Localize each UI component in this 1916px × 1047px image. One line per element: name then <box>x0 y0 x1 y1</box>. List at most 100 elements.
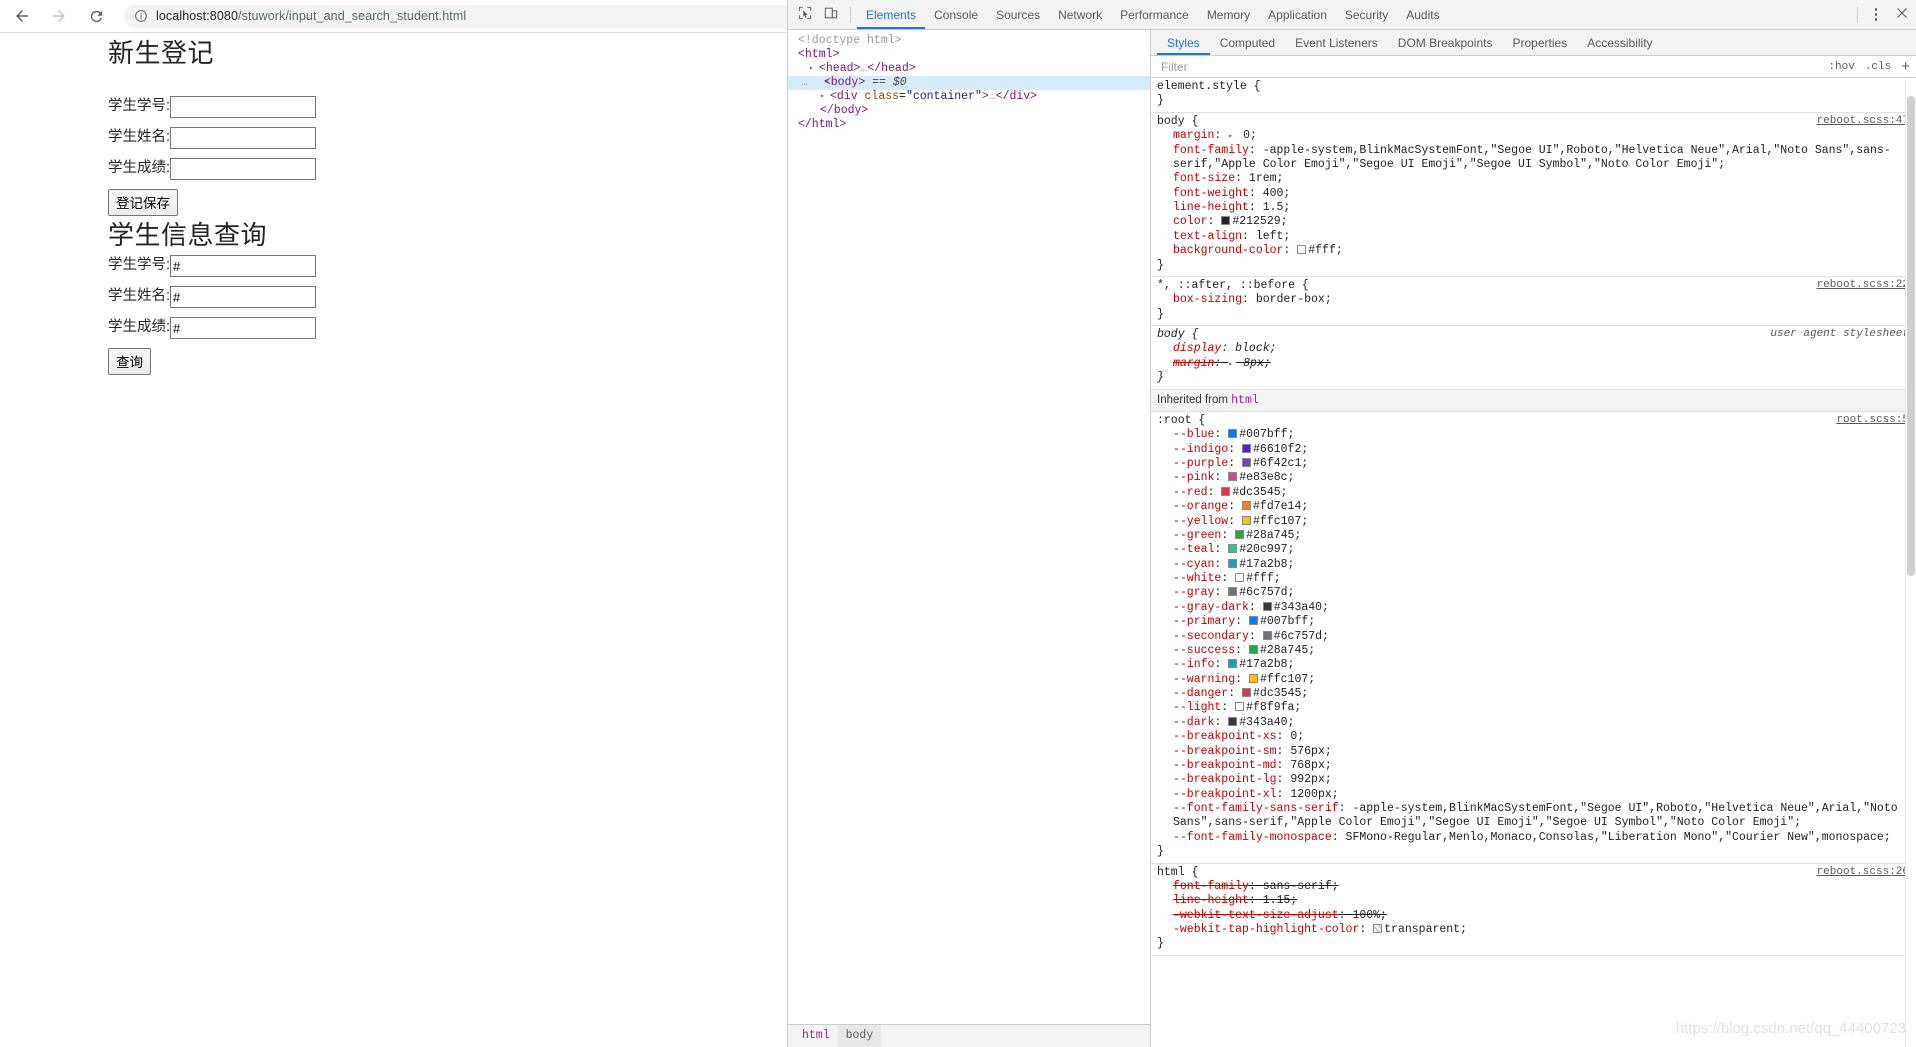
style-declaration[interactable]: --font-family-monospace: SFMono-Regular,… <box>1151 831 1916 845</box>
style-declaration[interactable]: --yellow: #ffc107; <box>1151 515 1916 529</box>
dom-node-line[interactable]: </body> <box>788 104 1150 118</box>
dom-node-line[interactable]: ▸ <div class="container">…</div> <box>788 90 1150 104</box>
style-declaration[interactable]: --primary: #007bff; <box>1151 615 1916 629</box>
style-declaration[interactable]: --breakpoint-md: 768px; <box>1151 759 1916 773</box>
style-declaration[interactable]: font-family: -apple-system,BlinkMacSyste… <box>1151 144 1916 173</box>
student-name-input[interactable] <box>170 126 316 149</box>
style-declaration[interactable]: margin: ▸ 8px; <box>1151 357 1916 371</box>
style-declaration[interactable]: --white: #fff; <box>1151 572 1916 586</box>
style-declaration[interactable]: --info: #17a2b8; <box>1151 658 1916 672</box>
subtab-properties[interactable]: Properties <box>1502 30 1577 55</box>
style-rule[interactable]: element.style {} <box>1151 78 1916 113</box>
style-declaration[interactable]: line-height: 1.15; <box>1151 894 1916 908</box>
style-declaration[interactable]: --gray-dark: #343a40; <box>1151 601 1916 615</box>
tab-sources[interactable]: Sources <box>987 0 1049 29</box>
style-rule-selector[interactable]: *, ::after, ::before {reboot.scss:22 <box>1151 279 1916 293</box>
dom-node-line[interactable]: … ▾<body> == $0 <box>788 76 1150 90</box>
style-rule[interactable]: body {user agent stylesheet display: bloc… <box>1151 326 1916 390</box>
dom-node-line[interactable]: ▸ <head>…</head> <box>788 62 1150 76</box>
tab-audits[interactable]: Audits <box>1397 0 1448 29</box>
dom-node-line[interactable]: <html> <box>788 48 1150 62</box>
style-declaration[interactable]: text-align: left; <box>1151 230 1916 244</box>
style-rule-selector[interactable]: element.style { <box>1151 80 1916 94</box>
styles-scrollbar[interactable] <box>1905 78 1916 1047</box>
style-declaration[interactable]: display: block; <box>1151 342 1916 356</box>
style-declaration[interactable]: --purple: #6f42c1; <box>1151 457 1916 471</box>
style-declaration[interactable]: --pink: #e83e8c; <box>1151 471 1916 485</box>
info-circle-icon[interactable] <box>134 9 148 23</box>
style-rule-selector[interactable]: body {user agent stylesheet <box>1151 328 1916 342</box>
style-declaration[interactable]: --breakpoint-xl: 1200px; <box>1151 788 1916 802</box>
devtools-more-button[interactable] <box>1864 8 1888 21</box>
dom-tree[interactable]: <!doctype html> <html> ▸ <head>…</head>… ▾<… <box>788 30 1150 1024</box>
style-declaration[interactable]: --dark: #343a40; <box>1151 716 1916 730</box>
devtools-close-button[interactable] <box>1888 7 1916 22</box>
style-declaration[interactable]: --warning: #ffc107; <box>1151 673 1916 687</box>
style-rule[interactable]: *, ::after, ::before {reboot.scss:22 box-… <box>1151 277 1916 326</box>
back-button[interactable] <box>7 1 37 31</box>
breadcrumb-html[interactable]: html <box>794 1025 838 1047</box>
tab-console[interactable]: Console <box>925 0 987 29</box>
style-declaration[interactable]: --gray: #6c757d; <box>1151 586 1916 600</box>
style-declaration[interactable]: line-height: 1.5; <box>1151 201 1916 215</box>
style-declaration[interactable]: --breakpoint-lg: 992px; <box>1151 773 1916 787</box>
style-declaration[interactable]: margin: ▸ 0; <box>1151 129 1916 143</box>
style-rule[interactable]: body {reboot.scss:47 margin: ▸ 0; font-fam… <box>1151 113 1916 277</box>
new-style-rule-button[interactable]: + <box>1901 59 1910 74</box>
styles-filter-input[interactable] <box>1159 58 1819 75</box>
style-declaration[interactable]: --blue: #007bff; <box>1151 428 1916 442</box>
save-button[interactable]: 登记保存 <box>108 188 178 216</box>
tab-memory[interactable]: Memory <box>1198 0 1259 29</box>
style-declaration[interactable]: --light: #f8f9fa; <box>1151 701 1916 715</box>
style-rule[interactable]: html {reboot.scss:26 font-family: sans-se… <box>1151 864 1916 956</box>
query-button[interactable]: 查询 <box>108 348 151 375</box>
style-source-link[interactable]: root.scss:5 <box>1836 414 1909 428</box>
style-declaration[interactable]: font-weight: 400; <box>1151 187 1916 201</box>
style-rule-selector[interactable]: html {reboot.scss:26 <box>1151 866 1916 880</box>
dom-node-line[interactable]: <!doctype html> <box>788 34 1150 48</box>
tab-network[interactable]: Network <box>1049 0 1111 29</box>
query-student-id-input[interactable] <box>170 255 316 277</box>
style-declaration[interactable]: --font-family-sans-serif: -apple-system,… <box>1151 802 1916 831</box>
style-rule-selector[interactable]: body {reboot.scss:47 <box>1151 115 1916 129</box>
tab-application[interactable]: Application <box>1259 0 1336 29</box>
style-declaration[interactable]: --success: #28a745; <box>1151 644 1916 658</box>
style-rule-selector[interactable]: :root {root.scss:5 <box>1151 414 1916 428</box>
style-source-link[interactable]: reboot.scss:47 <box>1817 115 1909 129</box>
style-declaration[interactable]: font-family: sans-serif; <box>1151 880 1916 894</box>
style-declaration[interactable]: --cyan: #17a2b8; <box>1151 558 1916 572</box>
style-declaration[interactable]: -webkit-tap-highlight-color: transparent… <box>1151 923 1916 937</box>
style-rule[interactable]: :root {root.scss:5 --blue: #007bff; --indi… <box>1151 412 1916 864</box>
style-declaration[interactable]: color: #212529; <box>1151 215 1916 229</box>
device-toolbar-button[interactable] <box>818 2 844 28</box>
tab-performance[interactable]: Performance <box>1111 0 1198 29</box>
query-student-name-input[interactable] <box>170 286 316 308</box>
subtab-dom-breakpoints[interactable]: DOM Breakpoints <box>1388 30 1503 55</box>
dom-node-line[interactable]: </html> <box>788 118 1150 132</box>
tab-elements[interactable]: Elements <box>857 0 926 29</box>
subtab-event-listeners[interactable]: Event Listeners <box>1285 30 1388 55</box>
style-declaration[interactable]: --teal: #20c997; <box>1151 543 1916 557</box>
style-declaration[interactable]: --red: #dc3545; <box>1151 486 1916 500</box>
tab-security[interactable]: Security <box>1336 0 1397 29</box>
cls-toggle[interactable]: .cls <box>1865 61 1891 73</box>
style-declaration[interactable]: --breakpoint-xs: 0; <box>1151 730 1916 744</box>
forward-button[interactable] <box>44 1 74 31</box>
hov-toggle[interactable]: :hov <box>1828 61 1854 73</box>
style-declaration[interactable]: font-size: 1rem; <box>1151 172 1916 186</box>
query-student-score-input[interactable] <box>170 317 316 339</box>
style-declaration[interactable]: background-color: #fff; <box>1151 244 1916 258</box>
style-declaration[interactable]: box-sizing: border-box; <box>1151 293 1916 307</box>
student-id-input[interactable] <box>170 95 316 118</box>
style-source-link[interactable]: reboot.scss:26 <box>1817 866 1909 880</box>
reload-button[interactable] <box>81 1 111 31</box>
subtab-accessibility[interactable]: Accessibility <box>1577 30 1662 55</box>
subtab-computed[interactable]: Computed <box>1210 30 1285 55</box>
style-declaration[interactable]: -webkit-text-size-adjust: 100%; <box>1151 909 1916 923</box>
breadcrumb-body[interactable]: body <box>837 1025 882 1047</box>
styles-rules-list[interactable]: element.style {} body {reboot.scss:47 marg… <box>1151 78 1916 1047</box>
style-declaration[interactable]: --danger: #dc3545; <box>1151 687 1916 701</box>
subtab-styles[interactable]: Styles <box>1157 30 1210 55</box>
student-score-input[interactable] <box>170 157 316 180</box>
style-declaration[interactable]: --indigo: #6610f2; <box>1151 443 1916 457</box>
